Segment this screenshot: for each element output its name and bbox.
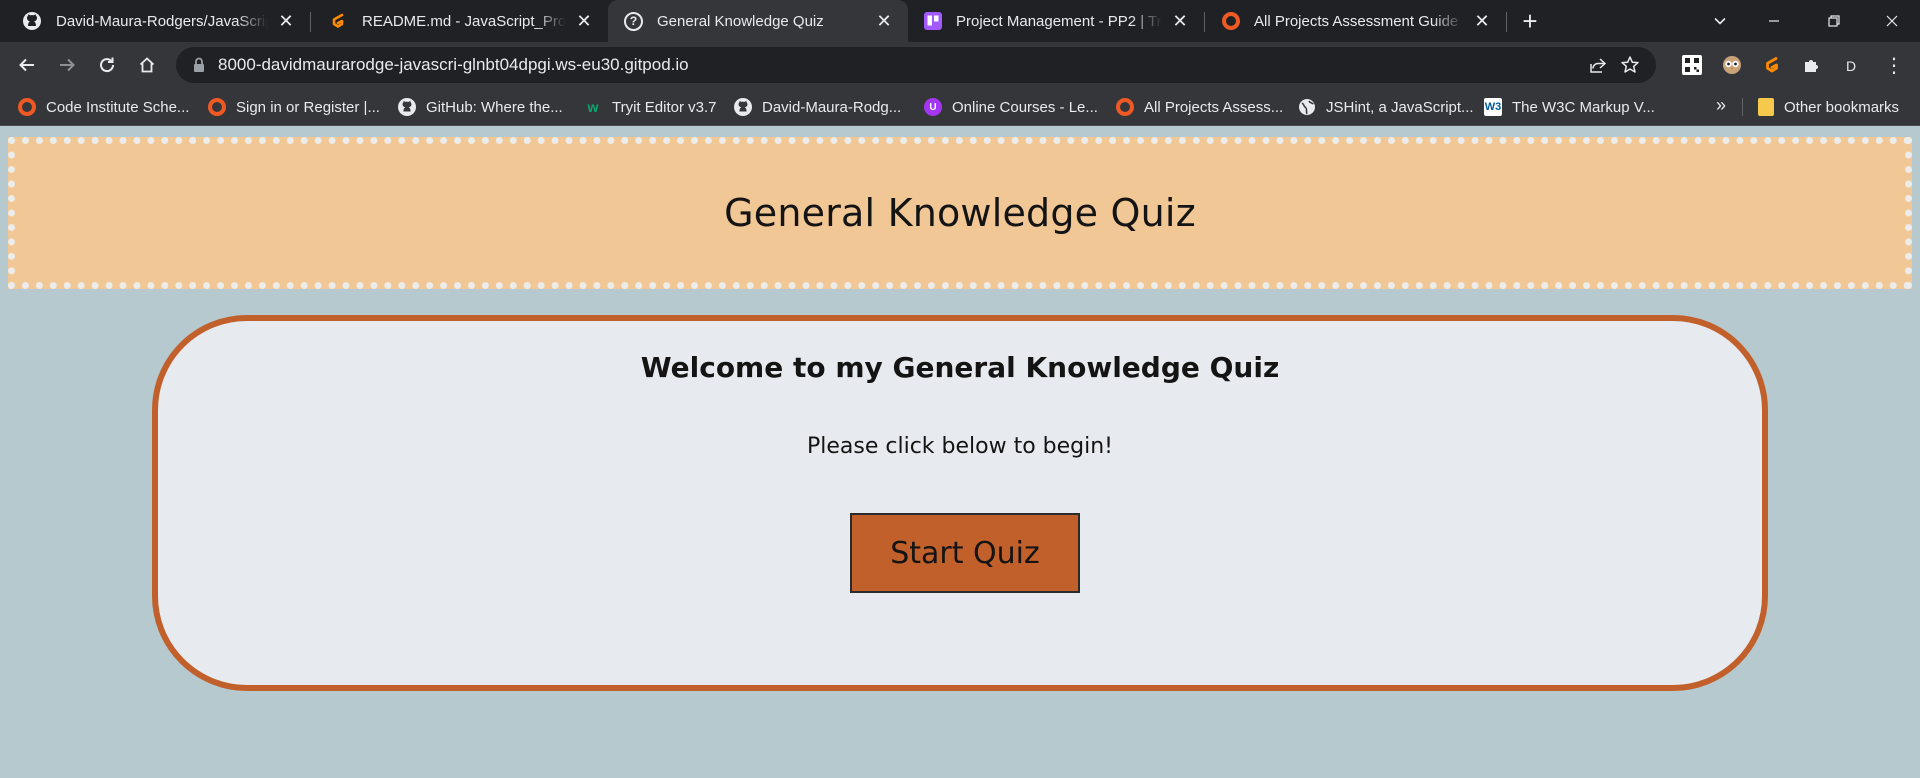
extensions-puzzle-icon[interactable] [1798, 51, 1826, 79]
bookmark-label: Online Courses - Le... [952, 98, 1098, 116]
tab-title: David-Maura-Rodgers/JavaScript_Project_2 [56, 12, 268, 30]
bookmark-all-projects-assessment[interactable]: All Projects Assess... [1116, 95, 1283, 119]
bookmarks-bar: Code Institute Sche... Sign in or Regist… [0, 88, 1920, 126]
gitpod-icon [328, 11, 348, 31]
bookmarks-overflow-chevron-icon[interactable]: » [1716, 95, 1726, 116]
tab-github-repo[interactable]: David-Maura-Rodgers/JavaScript_Project_2… [6, 0, 310, 42]
home-icon[interactable] [130, 48, 164, 82]
gitpod-extension-icon[interactable] [1758, 51, 1786, 79]
bookmark-label: GitHub: Where the... [426, 98, 563, 116]
close-icon[interactable]: ✕ [574, 11, 594, 32]
bookmark-label: Code Institute Sche... [46, 98, 190, 116]
reload-icon[interactable] [90, 48, 124, 82]
folder-icon [1758, 98, 1774, 116]
owl-extension-icon[interactable] [1718, 51, 1746, 79]
bookmark-label: David-Maura-Rodg... [762, 98, 902, 116]
bookmark-jshint[interactable]: JSHint, a JavaScript... [1298, 95, 1474, 119]
bookmark-sign-in[interactable]: Sign in or Register |... [208, 95, 380, 119]
tab-divider [310, 12, 311, 32]
forward-arrow-icon[interactable] [50, 48, 84, 82]
tab-search-chevron-icon[interactable] [1692, 0, 1748, 42]
tab-title: All Projects Assessment Guide | A [1254, 12, 1464, 30]
more-menu-icon[interactable]: ⋮ [1880, 51, 1908, 79]
other-bookmarks-label: Other bookmarks [1784, 98, 1900, 116]
code-institute-icon [18, 98, 36, 116]
welcome-card: Welcome to my General Knowledge Quiz Ple… [152, 315, 1768, 691]
qr-code-extension-icon[interactable] [1678, 51, 1706, 79]
restore-window-icon[interactable] [1806, 0, 1862, 42]
bookmark-label: The W3C Markup V... [1512, 98, 1655, 116]
bookmark-github[interactable]: GitHub: Where the... [398, 95, 563, 119]
tab-strip: David-Maura-Rodgers/JavaScript_Project_2… [0, 0, 1920, 42]
tab-trello[interactable]: Project Management - PP2 | Trello ✕ [908, 0, 1204, 42]
profile-avatar[interactable]: D [1838, 53, 1864, 79]
lock-icon[interactable] [190, 56, 208, 74]
welcome-heading: Welcome to my General Knowledge Quiz [640, 351, 1280, 384]
page-viewport: General Knowledge Quiz Welcome to my Gen… [0, 127, 1920, 778]
code-institute-icon [1116, 98, 1134, 116]
tab-assessment-guide[interactable]: All Projects Assessment Guide | A ✕ [1206, 0, 1506, 42]
share-icon[interactable] [1586, 53, 1610, 77]
bookmarks-divider [1742, 98, 1743, 116]
tab-title: General Knowledge Quiz [657, 12, 824, 30]
bookmark-label: Tryit Editor v3.7 [612, 98, 717, 116]
new-tab-plus-icon[interactable]: + [1516, 8, 1544, 36]
github-icon [398, 98, 416, 116]
address-url[interactable]: 8000-davidmaurarodge-javascri-glnbt04dpg… [218, 47, 689, 83]
w3schools-icon: w [587, 99, 599, 115]
close-icon[interactable]: ✕ [1472, 11, 1492, 32]
tab-title: README.md - JavaScript_Project_2 [362, 12, 566, 30]
close-window-icon[interactable] [1864, 0, 1920, 42]
close-icon[interactable]: ✕ [1170, 11, 1190, 32]
tab-divider [1506, 12, 1507, 32]
github-icon [734, 98, 752, 116]
tab-general-knowledge-quiz[interactable]: ? General Knowledge Quiz ✕ [608, 0, 908, 42]
minimize-icon[interactable] [1746, 0, 1802, 42]
code-institute-icon [1222, 12, 1240, 30]
bookmark-w3c-markup-validator[interactable]: W3 The W3C Markup V... [1484, 95, 1655, 119]
w3c-icon: W3 [1484, 98, 1502, 116]
tab-divider [1204, 12, 1205, 32]
close-icon[interactable]: ✕ [276, 11, 296, 32]
start-quiz-button[interactable]: Start Quiz [850, 513, 1080, 593]
address-bar[interactable]: 8000-davidmaurarodge-javascri-glnbt04dpg… [176, 47, 1656, 83]
bookmark-star-icon[interactable] [1618, 53, 1642, 77]
bookmark-label: Sign in or Register |... [236, 98, 380, 116]
bookmark-label: JSHint, a JavaScript... [1326, 98, 1474, 116]
bookmark-david-maura-rodgers[interactable]: David-Maura-Rodg... [734, 95, 901, 119]
quiz-header-banner: General Knowledge Quiz [8, 137, 1912, 289]
globe-icon [1298, 98, 1316, 116]
github-icon [22, 11, 42, 31]
bookmark-tryit-editor[interactable]: w Tryit Editor v3.7 [584, 95, 717, 119]
trello-icon [924, 12, 942, 30]
help-circle-icon: ? [624, 11, 643, 31]
other-bookmarks[interactable]: Other bookmarks [1758, 95, 1899, 119]
bookmark-label: All Projects Assess... [1144, 98, 1284, 116]
bookmark-code-institute-schedule[interactable]: Code Institute Sche... [18, 95, 189, 119]
page-title: General Knowledge Quiz [724, 191, 1196, 235]
udemy-icon: U [924, 98, 942, 116]
close-icon[interactable]: ✕ [874, 11, 894, 32]
tab-title: Project Management - PP2 | Trello [956, 12, 1162, 30]
browser-toolbar: 8000-davidmaurarodge-javascri-glnbt04dpg… [0, 42, 1920, 88]
back-arrow-icon[interactable] [10, 48, 44, 82]
code-institute-icon [208, 98, 226, 116]
begin-prompt: Please click below to begin! [806, 434, 1113, 459]
bookmark-online-courses[interactable]: U Online Courses - Le... [924, 95, 1098, 119]
tab-readme[interactable]: README.md - JavaScript_Project_2 ✕ [312, 0, 608, 42]
